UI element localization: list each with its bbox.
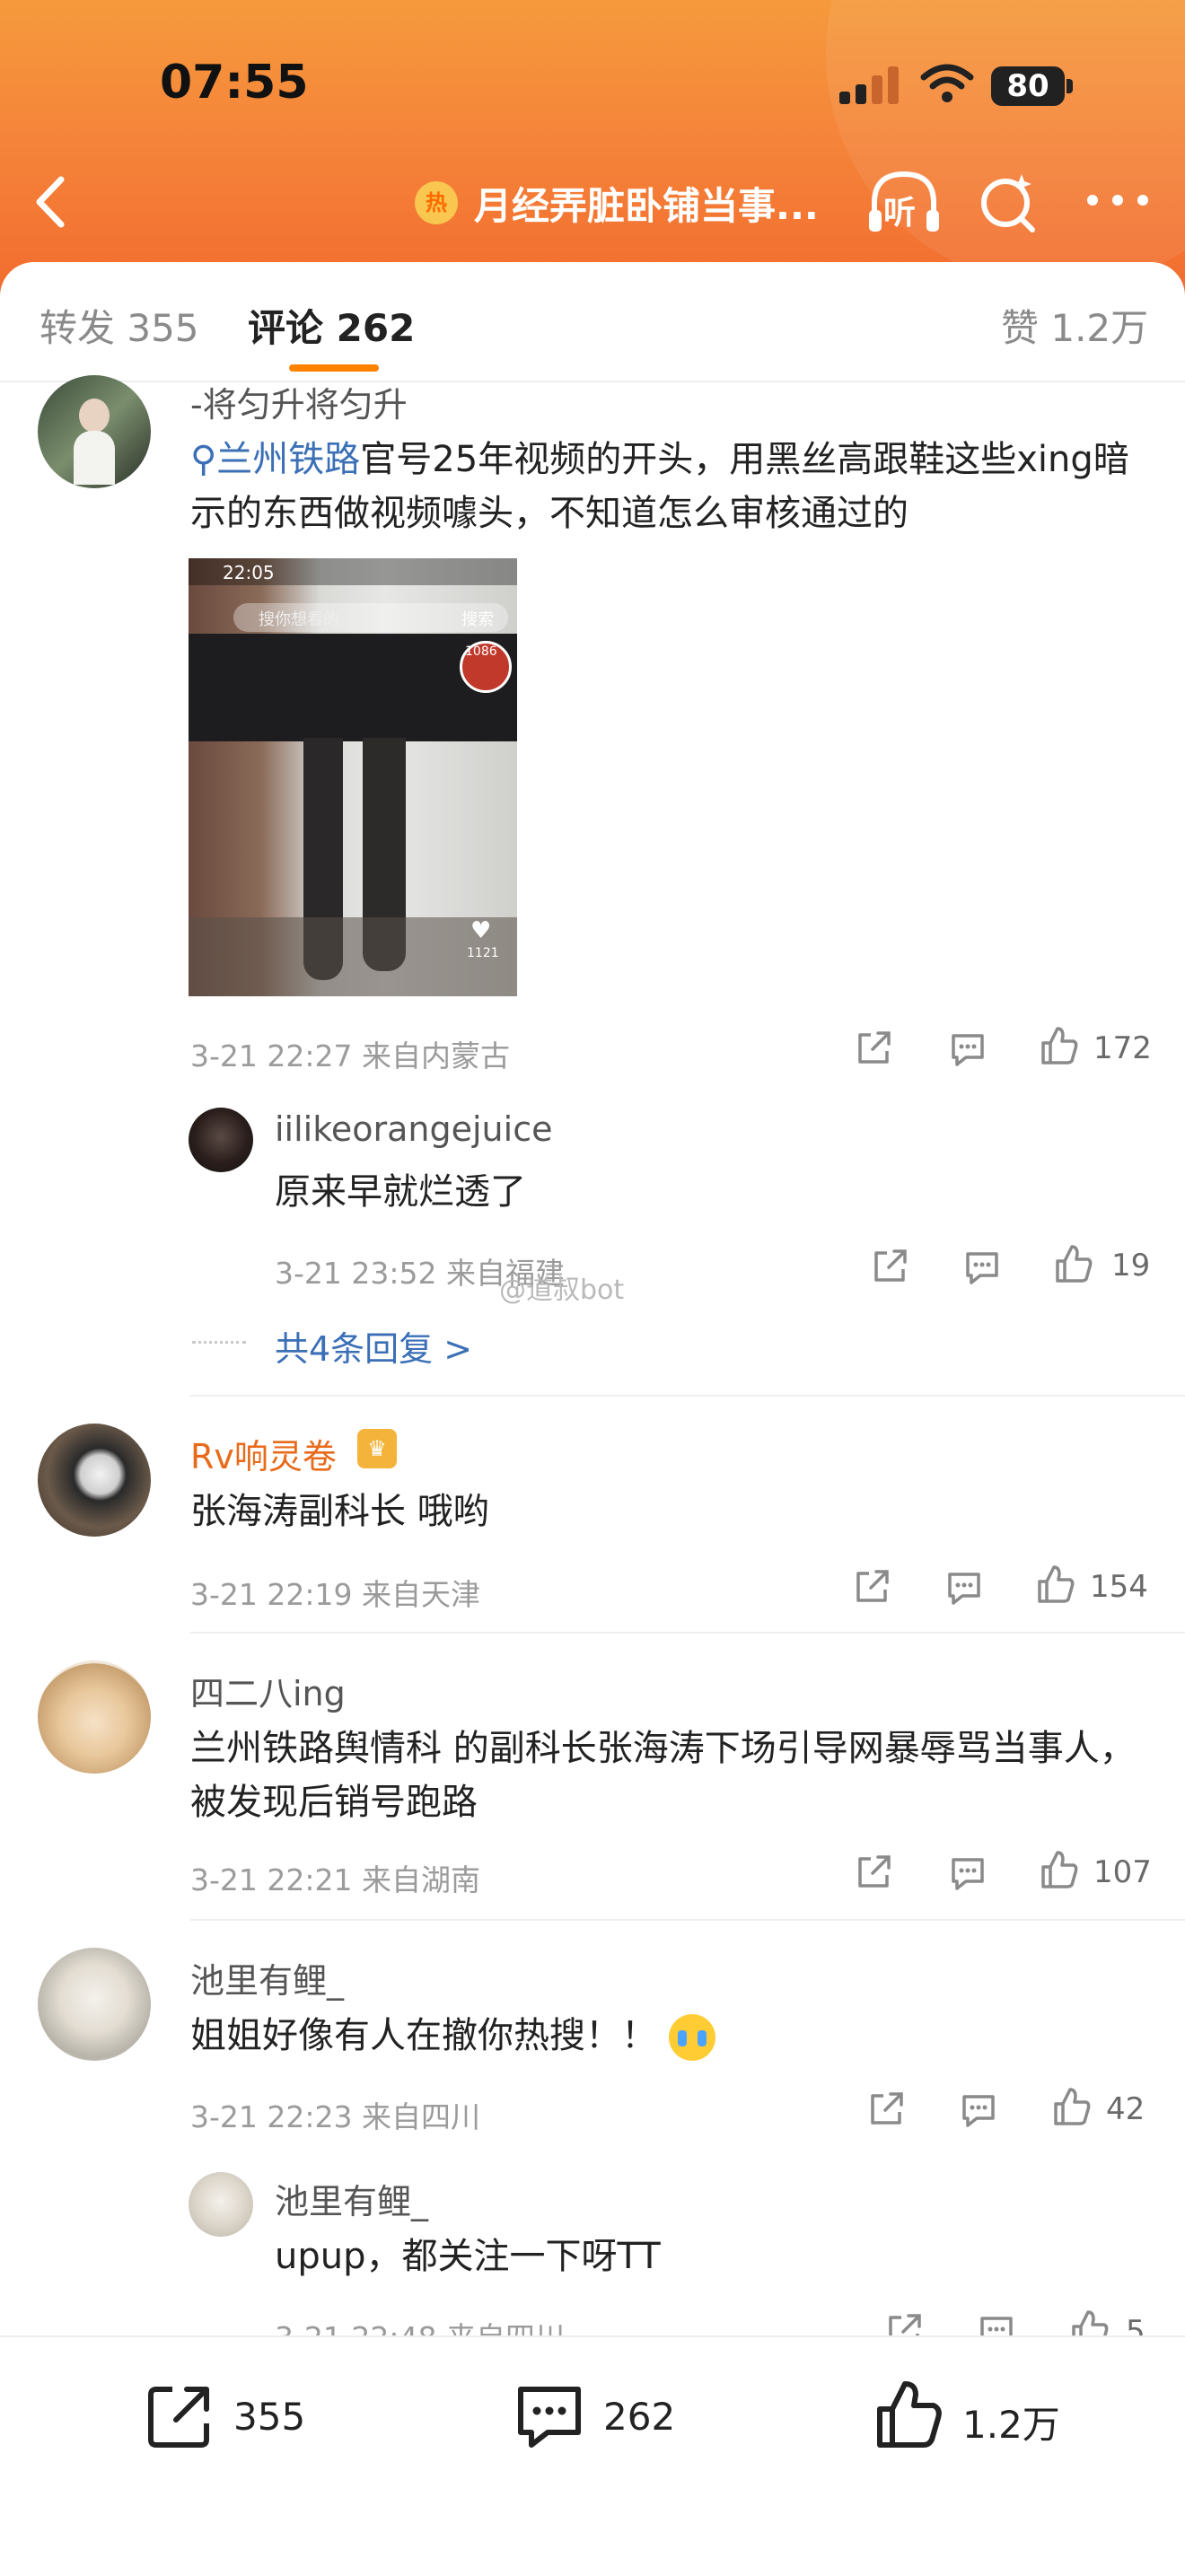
like-icon[interactable]	[1038, 1025, 1079, 1066]
share-icon	[148, 2387, 209, 2448]
like-icon[interactable]	[1052, 1243, 1093, 1284]
avatar[interactable]	[38, 1424, 151, 1537]
comment-icon[interactable]	[944, 1567, 984, 1607]
like-count: 172	[1093, 1030, 1152, 1066]
comment-button[interactable]: 262	[514, 2377, 747, 2458]
comment-icon[interactable]	[948, 1853, 988, 1892]
crying-emoji-icon	[668, 2014, 715, 2061]
reply-avatar[interactable]	[189, 2172, 253, 2237]
page-title: 月经弄脏卧铺当事...	[474, 184, 819, 228]
comment-divider	[190, 1395, 1185, 1397]
header-bar: 07:55 80 热 月经弄脏卧铺当事... 听	[0, 0, 1185, 296]
like-count: 42	[1106, 2091, 1146, 2127]
comment-image[interactable]: 22:05 搜你想看的 搜索 1086 ♥ 1121	[189, 558, 517, 996]
reply-dots	[192, 1341, 246, 1344]
reply-text: upup，都关注一下呀TT	[275, 2236, 661, 2277]
hot-topic-badge: 热	[415, 181, 458, 224]
comment-text: 张海涛副科长 哦哟	[190, 1491, 489, 1532]
comment-body: 姐姐好像有人在撤你热搜！！	[190, 2015, 657, 2056]
headphone-icon	[869, 171, 939, 232]
listen-button[interactable]: 听	[864, 167, 944, 239]
topic-link[interactable]: ⚲兰州铁路	[190, 439, 360, 480]
comment-text: 姐姐好像有人在撤你热搜！！	[190, 2009, 715, 2063]
image-search-placeholder: 搜你想看的	[259, 610, 339, 629]
like-count: 154	[1090, 1569, 1148, 1605]
content-panel	[0, 262, 1185, 2574]
more-options-icon[interactable]	[1082, 178, 1154, 223]
comment-icon[interactable]	[959, 2090, 998, 2129]
repost-count: 355	[233, 2395, 306, 2439]
image-search-bar: 搜你想看的 搜索	[233, 603, 508, 632]
search-icon: ⚲	[190, 439, 217, 480]
battery-indicator: 80	[991, 66, 1065, 106]
comment-icon[interactable]	[962, 1247, 1002, 1286]
like-total: 1.2万	[962, 2403, 1060, 2447]
share-icon[interactable]	[871, 1246, 910, 1285]
comment-time: 3-21 22:19 来自天津	[190, 1577, 480, 1612]
comment-count: 262	[603, 2395, 676, 2439]
like-icon	[877, 2381, 942, 2448]
comment-icon[interactable]	[948, 1029, 988, 1068]
share-icon[interactable]	[867, 2089, 907, 2128]
share-icon[interactable]	[855, 1852, 894, 1891]
comment-time: 3-21 22:23 来自四川	[190, 2099, 480, 2134]
image-search-button: 搜索	[461, 610, 494, 629]
comment-username[interactable]: 池里有鲤_	[190, 1953, 344, 2002]
tab-likes[interactable]: 赞 1.2万	[1001, 298, 1148, 353]
active-tab-indicator	[289, 364, 379, 372]
image-count-top: 1086	[465, 644, 497, 659]
search-icon[interactable]	[977, 169, 1040, 237]
listen-label: 听	[883, 195, 917, 232]
topic-link-text: 兰州铁路	[216, 439, 361, 480]
share-icon[interactable]	[855, 1028, 894, 1067]
comment-time: 3-21 22:27 来自内蒙古	[190, 1038, 510, 1073]
vip-badge-icon: ♛	[357, 1429, 397, 1468]
wifi-icon	[920, 64, 974, 102]
like-button[interactable]: 1.2万	[873, 2377, 1106, 2458]
back-arrow-icon[interactable]	[25, 171, 79, 233]
comment-divider	[190, 1919, 1185, 1921]
image-count-like: 1121	[467, 946, 499, 960]
cellular-signal-icon	[839, 65, 900, 104]
avatar[interactable]	[38, 375, 151, 488]
reply-avatar[interactable]	[189, 1108, 253, 1172]
like-count: 107	[1093, 1854, 1152, 1890]
comment-icon	[518, 2387, 581, 2448]
comment-divider	[190, 1632, 1185, 1634]
reply-username[interactable]: iilikeorangejuice	[275, 1109, 552, 1149]
more-replies-link[interactable]: 共4条回复 >	[275, 1321, 472, 1371]
heart-icon: ♥	[470, 917, 492, 944]
tab-comments[interactable]: 评论 262	[248, 298, 415, 353]
comment-username[interactable]: Rv响灵卷	[190, 1429, 337, 1478]
like-icon[interactable]	[1038, 1849, 1079, 1890]
comment-text: 兰州铁路舆情科 的副科长张海涛下场引导网暴辱骂当事人，被发现后销号跑路	[190, 1728, 1136, 1823]
status-time: 07:55	[160, 56, 309, 110]
avatar[interactable]	[38, 1660, 151, 1774]
like-icon[interactable]	[1034, 1564, 1075, 1605]
watermark: @道叔bot	[499, 1275, 625, 1306]
reply-text: 原来早就烂透了	[275, 1171, 526, 1213]
comment-time: 3-21 22:21 来自湖南	[190, 1862, 480, 1897]
reply-username[interactable]: 池里有鲤_	[275, 2174, 428, 2223]
comment-username[interactable]: 四二八ing	[190, 1666, 346, 1715]
comment-username[interactable]: -将匀升将匀升	[190, 377, 408, 426]
battery-tip	[1066, 79, 1073, 93]
tab-divider	[0, 381, 1185, 382]
avatar[interactable]	[38, 1948, 151, 2061]
bottom-action-bar: 355 262 1.2万	[0, 2335, 1185, 2576]
like-icon[interactable]	[1050, 2086, 1092, 2127]
comment-text: ⚲兰州铁路官号25年视频的开头，用黑丝高跟鞋这些xing暗示的东西做视频噱头，不…	[190, 433, 1142, 540]
repost-button[interactable]: 355	[144, 2377, 377, 2458]
image-status-time: 22:05	[223, 562, 275, 583]
share-icon[interactable]	[853, 1566, 892, 1606]
tab-repost[interactable]: 转发 355	[40, 298, 199, 353]
like-count: 19	[1111, 1248, 1151, 1284]
